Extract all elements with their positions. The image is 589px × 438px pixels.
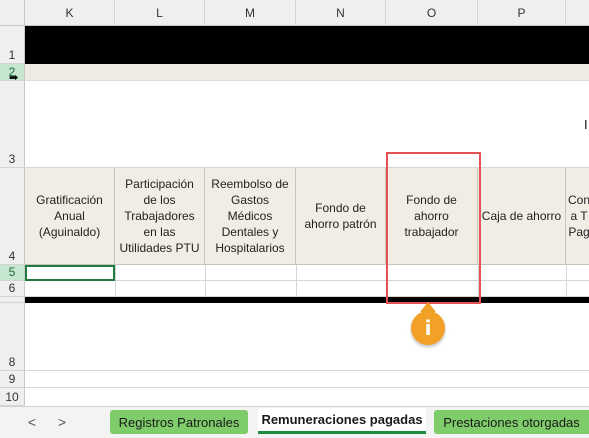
column-header-o[interactable]: O [386, 0, 478, 26]
tab-remuneraciones-pagadas[interactable]: Remuneraciones pagadas [258, 408, 426, 434]
highlight-box [386, 152, 481, 304]
tab-prestaciones-otorgadas[interactable]: Prestaciones otorgadas [434, 410, 589, 434]
select-all-corner[interactable] [0, 0, 25, 26]
col-divider-q [566, 265, 567, 297]
row-8-border [25, 370, 589, 371]
row-header-8[interactable]: 8 [0, 303, 25, 371]
header-cell-aguinaldo[interactable]: Gratificación Anual (Aguinaldo) [25, 168, 115, 265]
column-header-k[interactable]: K [25, 0, 115, 26]
header-cell-gastos-medicos[interactable]: Reembolso de Gastos Médicos Dentales y H… [205, 168, 296, 265]
row-9-border [25, 387, 589, 388]
row-header-4[interactable]: 4 [0, 168, 25, 265]
row-header-3[interactable]: 3 [0, 81, 25, 168]
prev-sheet-arrow[interactable]: < [22, 412, 42, 432]
row-header-6[interactable]: 6 [0, 281, 25, 297]
title-band [25, 26, 589, 64]
row-resize-cursor-icon: ➡ [9, 72, 19, 84]
col-divider-l [115, 265, 116, 297]
column-header-l[interactable]: L [115, 0, 205, 26]
section-divider [25, 297, 589, 303]
row-header-1[interactable]: 1 [0, 26, 25, 64]
row-header-5[interactable]: 5 [0, 265, 25, 281]
col-divider-n [296, 265, 297, 297]
subtitle-band [25, 64, 589, 81]
column-header-p[interactable]: P [478, 0, 566, 26]
column-header-m[interactable]: M [205, 0, 296, 26]
header-cell-caja-ahorro[interactable]: Caja de ahorro [478, 168, 566, 265]
header-cell-truncated[interactable]: Con a T Pag [566, 168, 589, 265]
selected-cell[interactable] [25, 265, 115, 281]
truncated-label: I [584, 117, 588, 132]
info-icon[interactable]: i [411, 311, 445, 345]
col-divider-m [205, 265, 206, 297]
row-header-9[interactable]: 9 [0, 371, 25, 388]
next-sheet-arrow[interactable]: > [52, 412, 72, 432]
header-cell-ptu[interactable]: Participación de los Trabajadores en las… [115, 168, 205, 265]
column-header-n[interactable]: N [296, 0, 386, 26]
header-cell-fondo-patron[interactable]: Fondo de ahorro patrón [296, 168, 386, 265]
tab-registros-patronales[interactable]: Registros Patronales [110, 410, 248, 434]
row-header-10[interactable]: 10 [0, 388, 25, 406]
column-header-q[interactable] [566, 0, 589, 26]
